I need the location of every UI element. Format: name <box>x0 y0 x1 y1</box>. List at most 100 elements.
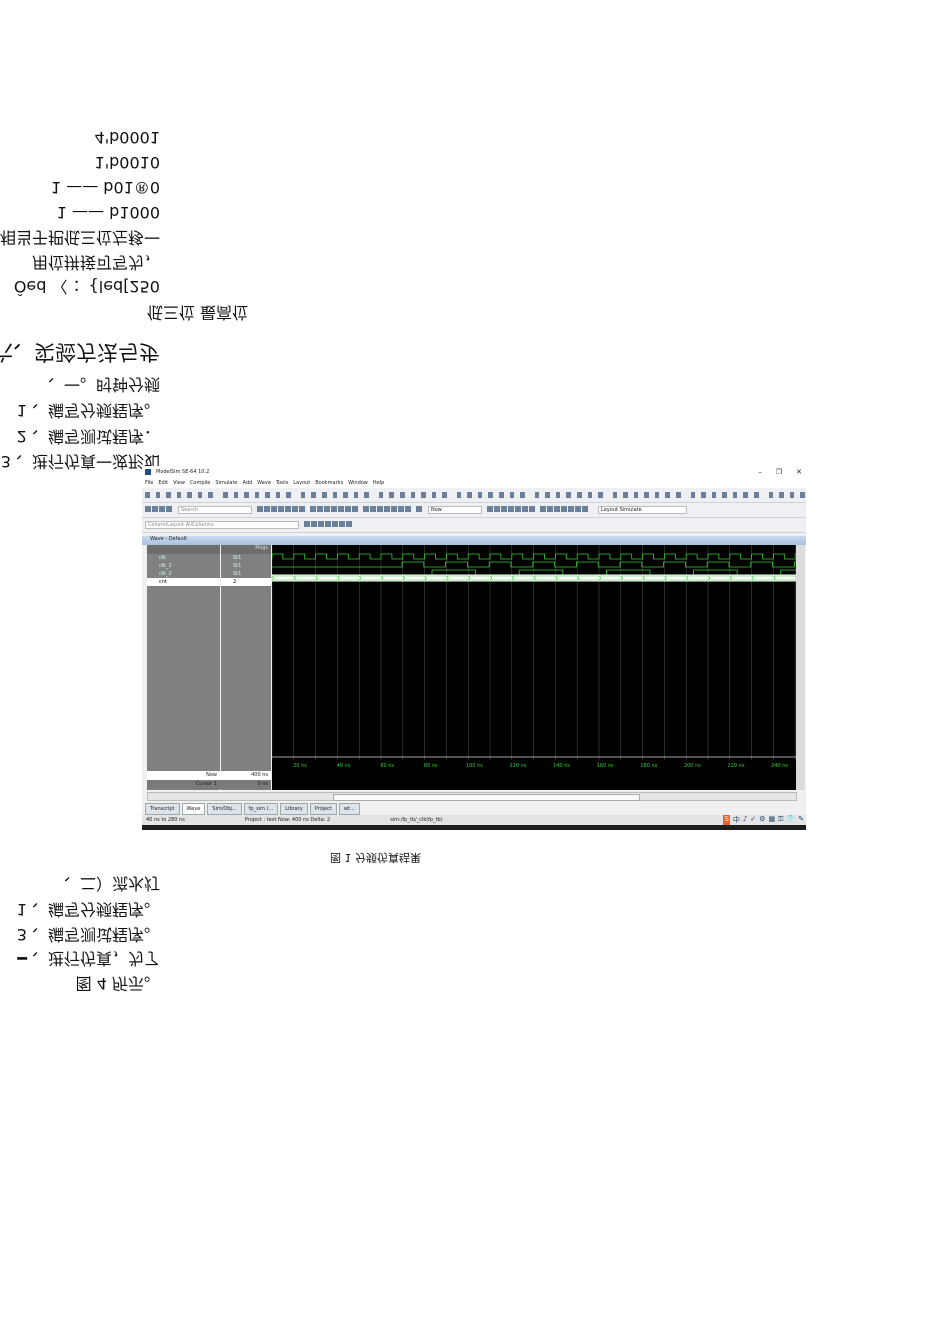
toolbar-icon[interactable] <box>353 492 359 498</box>
toolbar-icon[interactable] <box>222 492 228 498</box>
toolbar-icon[interactable] <box>152 506 158 512</box>
toolbar-icon[interactable] <box>421 492 426 498</box>
toolbar-icon[interactable] <box>343 492 348 498</box>
column-layout-select[interactable]: ColumnLayout AllColumns <box>145 521 299 529</box>
toolbar-icon[interactable] <box>515 506 521 512</box>
menu-wave[interactable]: Wave <box>257 480 271 486</box>
menu-edit[interactable]: Edit <box>158 480 168 486</box>
toolbar-icon[interactable] <box>654 492 660 498</box>
menu-tools[interactable]: Tools <box>276 480 288 486</box>
toolbar-icon[interactable] <box>324 506 330 512</box>
tray-icon[interactable]: ⚙ <box>759 815 765 825</box>
tab-5[interactable]: Project <box>309 803 337 815</box>
menu-add[interactable]: Add <box>242 480 252 486</box>
toolbar-icon[interactable] <box>582 506 588 512</box>
toolbar-icon[interactable] <box>499 492 504 498</box>
now-field[interactable]: Now <box>428 506 482 514</box>
tab-4[interactable]: Library <box>280 803 308 815</box>
toolbar-icon[interactable] <box>145 506 151 512</box>
toolbar-icon[interactable] <box>561 506 567 512</box>
toolbar-icon[interactable] <box>370 506 376 512</box>
toolbar-icon[interactable] <box>304 521 310 527</box>
toolbar-icon[interactable] <box>575 506 581 512</box>
close-button[interactable]: ✕ <box>796 468 802 476</box>
toolbar-icon[interactable] <box>300 492 306 498</box>
tray-icon[interactable]: ✎ <box>798 815 804 825</box>
toolbar-icon[interactable] <box>363 506 369 512</box>
toolbar-icon[interactable] <box>467 492 472 498</box>
toolbar-icon[interactable] <box>346 521 352 527</box>
signal-clk[interactable]: clk <box>147 554 220 562</box>
toolbar-icon[interactable] <box>722 492 727 498</box>
toolbar-icon[interactable] <box>155 492 161 498</box>
signal-clk_1[interactable]: clk_1 <box>147 562 220 570</box>
toolbar-icon[interactable] <box>534 492 540 498</box>
toolbar-icon[interactable] <box>522 506 528 512</box>
toolbar-icon[interactable] <box>405 506 411 512</box>
vertical-scrollbar[interactable] <box>796 545 805 790</box>
toolbar-icon[interactable] <box>508 506 514 512</box>
toolbar-icon[interactable] <box>286 492 291 498</box>
toolbar-icon[interactable] <box>456 492 462 498</box>
toolbar-icon[interactable] <box>233 492 239 498</box>
tab-2[interactable]: Sim/Obj... <box>207 803 242 815</box>
toolbar-icon[interactable] <box>391 506 397 512</box>
toolbar-icon[interactable] <box>555 492 561 498</box>
toolbar-icon[interactable] <box>633 492 639 498</box>
toolbar-icon[interactable] <box>159 506 165 512</box>
toolbar-icon[interactable] <box>487 506 493 512</box>
toolbar-icon[interactable] <box>779 492 784 498</box>
toolbar-icon[interactable] <box>566 492 571 498</box>
tray-icon[interactable]: 中 <box>733 815 740 825</box>
menu-file[interactable]: File <box>145 480 153 486</box>
tray-icon[interactable]: ⚿ <box>778 815 783 825</box>
toolbar-icon[interactable] <box>488 492 493 498</box>
tab-0[interactable]: Transcript <box>145 803 180 815</box>
toolbar-icon[interactable] <box>768 492 774 498</box>
toolbar-icon[interactable] <box>331 506 337 512</box>
toolbar-icon[interactable] <box>540 506 546 512</box>
toolbar-icon[interactable] <box>545 492 550 498</box>
toolbar-icon[interactable] <box>410 492 416 498</box>
toolbar-icon[interactable] <box>197 492 203 498</box>
tray-icon[interactable]: ♪ <box>743 815 747 825</box>
toolbar-icon[interactable] <box>345 506 351 512</box>
toolbar-icon[interactable] <box>416 506 422 512</box>
toolbar-icon[interactable] <box>339 521 345 527</box>
toolbar-icon[interactable] <box>509 492 515 498</box>
toolbar-icon[interactable] <box>176 492 182 498</box>
maximize-button[interactable]: ❐ <box>776 468 782 476</box>
search-input[interactable]: Search <box>178 506 252 514</box>
toolbar-icon[interactable] <box>587 492 593 498</box>
toolbar-icon[interactable] <box>352 506 358 512</box>
toolbar-icon[interactable] <box>338 506 344 512</box>
toolbar-icon[interactable] <box>701 492 706 498</box>
scroll-thumb[interactable] <box>333 794 640 801</box>
toolbar-icon[interactable] <box>278 506 284 512</box>
toolbar-icon[interactable] <box>378 492 384 498</box>
toolbar-icon[interactable] <box>665 492 670 498</box>
toolbar-icon[interactable] <box>398 506 404 512</box>
toolbar-icon[interactable] <box>311 492 316 498</box>
toolbar-icon[interactable] <box>442 492 447 498</box>
toolbar-icon[interactable] <box>554 506 560 512</box>
menu-window[interactable]: Window <box>348 480 368 486</box>
toolbar-icon[interactable] <box>299 506 305 512</box>
toolbar-icon[interactable] <box>494 506 500 512</box>
toolbar-icon[interactable] <box>399 492 405 498</box>
toolbar-icon[interactable] <box>318 521 324 527</box>
toolbar-icon[interactable] <box>598 492 603 498</box>
signal-clk_2[interactable]: clk_2 <box>147 570 220 578</box>
toolbar-icon[interactable] <box>431 492 437 498</box>
toolbar-icon[interactable] <box>325 521 331 527</box>
toolbar-icon[interactable] <box>676 492 681 498</box>
toolbar-icon[interactable] <box>275 492 281 498</box>
toolbar-icon[interactable] <box>285 506 291 512</box>
toolbar-icon[interactable] <box>612 492 618 498</box>
layout-select[interactable]: Layout Simulate <box>598 506 687 514</box>
toolbar-icon[interactable] <box>389 492 394 498</box>
toolbar-icon[interactable] <box>317 506 323 512</box>
toolbar-icon[interactable] <box>244 492 249 498</box>
waveform-canvas[interactable]: 20 ns 40 ns 60 ns 80 ns 100 ns 120 ns 140 ns 16… <box>272 545 796 790</box>
toolbar-icon[interactable] <box>145 492 150 498</box>
